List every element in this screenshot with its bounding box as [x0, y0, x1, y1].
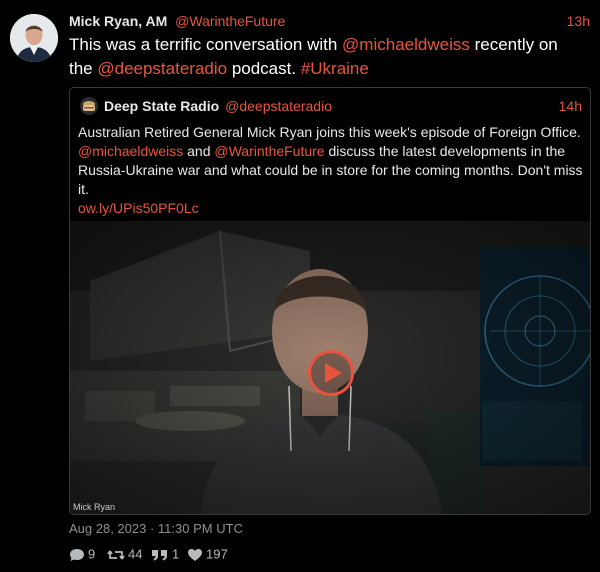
reply-icon — [70, 548, 84, 561]
play-button[interactable] — [308, 350, 354, 396]
mention-link[interactable]: @WarintheFuture — [214, 143, 324, 159]
quote-button[interactable]: 1 — [151, 544, 179, 564]
quoted-text-part: and — [183, 143, 215, 159]
like-count: 197 — [206, 546, 228, 562]
quoted-author-avatar[interactable] — [80, 97, 98, 115]
quoted-author-name[interactable]: Deep State Radio @deepstateradio — [104, 97, 332, 115]
tweet-text: This was a terrific conversation with @m… — [69, 33, 584, 81]
tweet-text-part: This was a terrific conversation with — [69, 35, 343, 54]
quoted-tweet-timestamp[interactable]: 14h — [559, 97, 582, 115]
retweet-count: 44 — [128, 546, 143, 562]
author-name[interactable]: Mick Ryan, AM — [69, 13, 167, 29]
external-link[interactable]: ow.ly/UPis50PF0Lc — [78, 200, 199, 216]
tweet-time-text[interactable]: 11:30 PM UTC — [158, 521, 243, 536]
tweet-text-part: podcast. — [227, 59, 301, 78]
quoted-tweet-header: Deep State Radio @deepstateradio 14h — [80, 97, 582, 115]
tweet-date-text[interactable]: Aug 28, 2023 — [69, 521, 146, 536]
quote-icon — [152, 549, 167, 561]
tweet: Mick Ryan, AM @WarintheFuture 13h This w… — [0, 0, 600, 572]
author-handle[interactable]: @WarintheFuture — [175, 13, 285, 29]
reply-count: 9 — [88, 546, 96, 562]
quoted-author-name-text[interactable]: Deep State Radio — [104, 98, 219, 114]
mention-link[interactable]: @deepstateradio — [97, 59, 227, 78]
heart-icon — [188, 548, 202, 561]
mention-link[interactable]: @michaeldweiss — [342, 35, 470, 54]
retweet-icon — [107, 550, 125, 560]
mention-link[interactable]: @michaeldweiss — [78, 143, 183, 159]
author-avatar[interactable] — [10, 14, 58, 62]
quote-count: 1 — [172, 546, 180, 562]
video-label: Mick Ryan — [73, 502, 116, 512]
date-separator: · — [146, 521, 158, 536]
author-row: Mick Ryan, AM @WarintheFuture 13h — [69, 12, 590, 30]
quoted-tweet[interactable]: Deep State Radio @deepstateradio 14h Aust… — [69, 87, 591, 515]
quoted-text-part: Australian Retired General Mick Ryan joi… — [78, 124, 581, 140]
reply-button[interactable]: 9 — [69, 544, 95, 564]
like-button[interactable]: 197 — [187, 544, 228, 564]
quoted-tweet-text: Australian Retired General Mick Ryan joi… — [78, 123, 583, 218]
quoted-author-handle[interactable]: @deepstateradio — [225, 98, 332, 114]
tweet-date[interactable]: Aug 28, 2023 · 11:30 PM UTC — [69, 521, 243, 536]
tweet-timestamp[interactable]: 13h — [567, 12, 590, 30]
retweet-button[interactable]: 44 — [107, 544, 142, 564]
play-icon — [325, 363, 342, 383]
hashtag-link[interactable]: #Ukraine — [301, 59, 369, 78]
video-thumbnail[interactable]: Mick Ryan — [70, 221, 590, 514]
